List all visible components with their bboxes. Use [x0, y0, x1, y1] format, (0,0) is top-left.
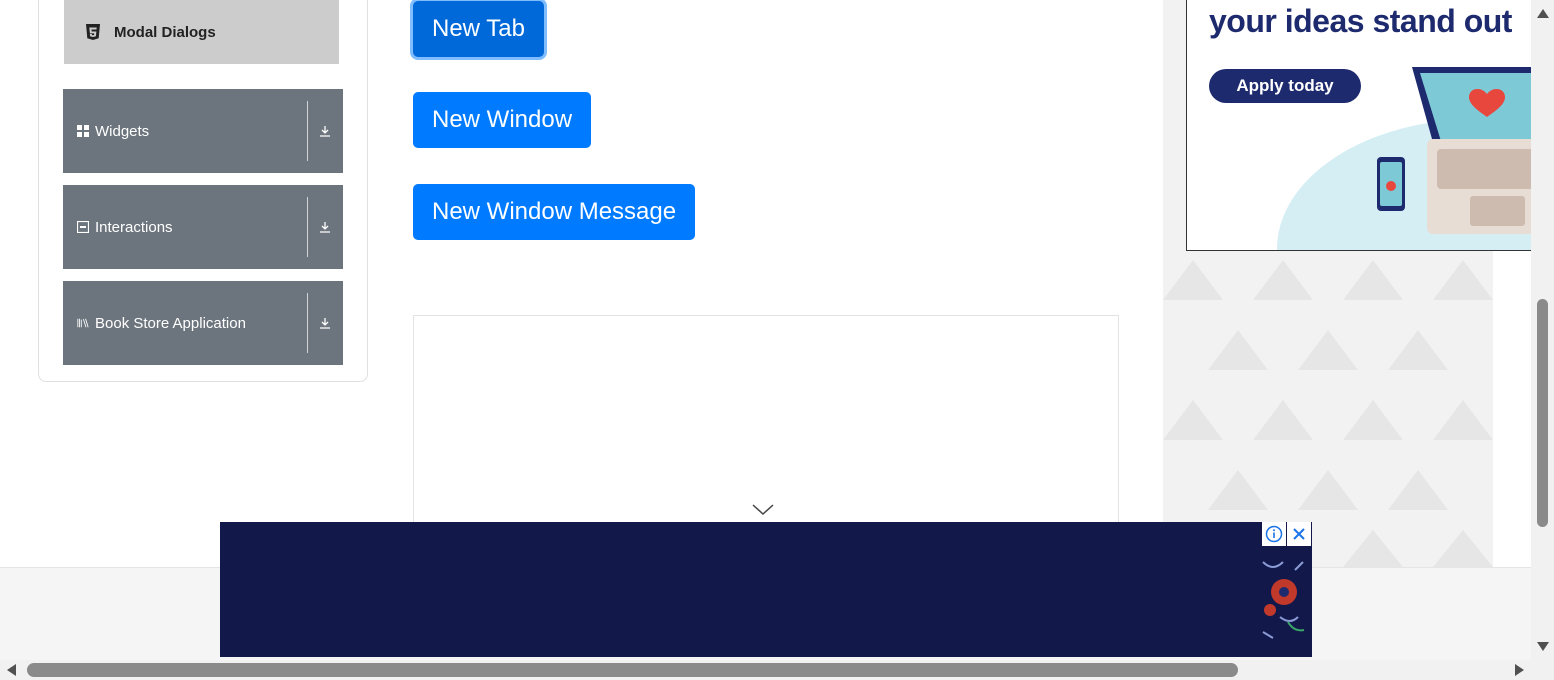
sidebar-group-book-store[interactable]: Book Store Application: [63, 281, 343, 365]
sidebar-group-interactions[interactable]: Interactions: [63, 185, 343, 269]
divider: [307, 293, 308, 353]
divider: [307, 197, 308, 257]
scroll-left-icon[interactable]: [4, 663, 18, 677]
right-ad[interactable]: your ideas stand out Apply today: [1186, 0, 1534, 251]
html5-icon: [84, 22, 102, 42]
chevron-down-icon[interactable]: [752, 503, 774, 517]
divider: [307, 101, 308, 161]
download-arrow-icon[interactable]: [315, 313, 335, 333]
new-window-message-button[interactable]: New Window Message: [413, 184, 696, 240]
scrollbar-thumb[interactable]: [27, 663, 1238, 677]
sidebar-item-modal-dialogs[interactable]: Modal Dialogs: [64, 0, 339, 64]
books-icon: [77, 317, 89, 329]
ad-info-icon[interactable]: [1262, 522, 1286, 546]
new-window-button[interactable]: New Window: [413, 92, 592, 148]
sidebar-item-label: Modal Dialogs: [114, 23, 216, 41]
scroll-right-icon[interactable]: [1512, 663, 1526, 677]
new-tab-button[interactable]: New Tab: [413, 1, 544, 57]
download-arrow-icon[interactable]: [315, 217, 335, 237]
sidebar-group-label: Book Store Application: [95, 314, 246, 332]
sidebar-group-widgets[interactable]: Widgets: [63, 89, 343, 173]
sidebar-group-label: Widgets: [95, 122, 150, 140]
horizontal-scrollbar[interactable]: [0, 660, 1554, 680]
interactions-icon: [77, 221, 89, 233]
bottom-ad-banner[interactable]: [220, 522, 1312, 657]
widgets-grid-icon: [77, 125, 89, 137]
scroll-up-icon[interactable]: [1535, 6, 1550, 20]
scrollbar-thumb[interactable]: [1537, 299, 1548, 527]
sidebar-group-label: Interactions: [95, 218, 173, 236]
vertical-scrollbar[interactable]: [1531, 0, 1554, 660]
ad-headline: your ideas stand out: [1209, 3, 1512, 39]
close-icon[interactable]: [1287, 522, 1311, 546]
apply-today-button[interactable]: Apply today: [1209, 69, 1361, 103]
scroll-down-icon[interactable]: [1535, 639, 1550, 653]
download-arrow-icon[interactable]: [315, 121, 335, 141]
